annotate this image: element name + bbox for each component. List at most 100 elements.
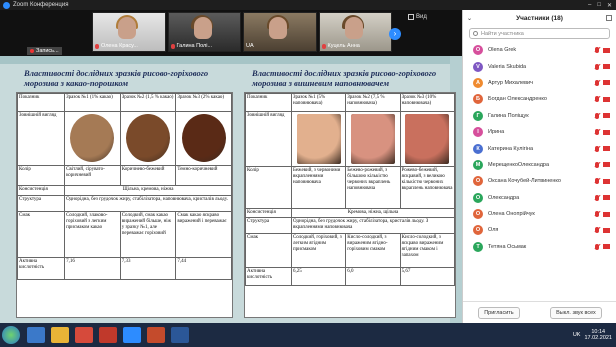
- participant-name: Галина Полі...: [170, 43, 213, 49]
- video-off-icon[interactable]: [603, 47, 610, 53]
- video-off-icon[interactable]: [603, 195, 610, 201]
- file-explorer-icon[interactable]: [27, 327, 45, 343]
- participant-list-item[interactable]: А Артур Михалевич: [463, 75, 616, 91]
- participant-list-item[interactable]: О Олена Онопрійчук: [463, 206, 616, 222]
- mic-muted-icon[interactable]: [595, 178, 599, 185]
- mute-all-button[interactable]: Выкл. звук всех: [550, 306, 602, 319]
- zoom-icon[interactable]: [123, 327, 141, 343]
- table-cell: 7,33: [119, 257, 177, 280]
- mic-muted-icon[interactable]: [595, 112, 599, 119]
- window-title: Zoom Конференция: [13, 2, 69, 8]
- mic-muted-icon: [95, 43, 99, 49]
- video-off-icon[interactable]: [603, 162, 610, 168]
- view-button[interactable]: Вид: [408, 14, 427, 20]
- recording-indicator[interactable]: Запись...: [27, 47, 62, 55]
- participant-list-item[interactable]: М МерещенкоОлександра: [463, 157, 616, 173]
- participant-video[interactable]: Галина Полі...: [167, 12, 241, 52]
- participant-video[interactable]: Куцель Анна: [318, 12, 392, 52]
- participant-list-item[interactable]: І Ирина: [463, 124, 616, 140]
- cherry-table-panel: Показник Зразок №1 (5% наповнювача) Зраз…: [244, 92, 456, 318]
- chrome-icon[interactable]: [75, 327, 93, 343]
- mic-muted-icon[interactable]: [595, 161, 599, 168]
- popout-icon[interactable]: [606, 15, 612, 21]
- participant-search-input[interactable]: Найти участника: [469, 28, 610, 39]
- participant-name-label: Куцель Анна: [327, 43, 360, 49]
- folder-icon[interactable]: [51, 327, 69, 343]
- table-cell: Смак: [245, 233, 292, 268]
- table-cell: Зовнішній вигляд: [245, 111, 292, 167]
- video-off-icon[interactable]: [603, 64, 610, 70]
- table-cell: Структура: [245, 217, 292, 234]
- slide-right-title: Властивості дослідних зразків рисово-гор…: [252, 68, 437, 88]
- video-off-icon[interactable]: [603, 244, 610, 250]
- participant-list-item[interactable]: О Олександра: [463, 190, 616, 206]
- next-page-button[interactable]: ›: [389, 28, 401, 40]
- mic-muted-icon[interactable]: [595, 63, 599, 70]
- shared-slide: Властивості дослідних зразків рисово-гор…: [0, 56, 462, 323]
- cherry-properties-table: Показник Зразок №1 (5% наповнювача) Зраз…: [245, 93, 456, 286]
- participant-video[interactable]: Олена Красу...: [92, 12, 166, 52]
- clock[interactable]: 10:14 17.02.2021: [584, 329, 612, 341]
- avatar: К: [473, 143, 483, 154]
- video-off-icon[interactable]: [603, 211, 610, 217]
- maximize-icon[interactable]: □: [597, 2, 601, 9]
- table-header: Зразок №2 (1,5 % какао): [119, 93, 177, 112]
- mic-muted-icon[interactable]: [595, 129, 599, 136]
- avatar: [118, 17, 137, 39]
- participant-list-item[interactable]: Г Галина Поліщук: [463, 108, 616, 124]
- participant-list-item[interactable]: О Оксана Кочубей-Литвиненко: [463, 173, 616, 189]
- sample-photo: [181, 114, 226, 162]
- video-off-icon[interactable]: [603, 129, 610, 135]
- mic-muted-icon[interactable]: [595, 47, 599, 54]
- participant-list-item[interactable]: Б Богдан Олександренко: [463, 91, 616, 107]
- chevron-down-icon[interactable]: ⌄: [467, 15, 472, 22]
- mic-muted-icon[interactable]: [595, 194, 599, 201]
- close-icon[interactable]: ✕: [607, 2, 612, 9]
- participant-list-item[interactable]: Т Тетяна Осьмак: [463, 239, 616, 255]
- table-cell: Колір: [245, 166, 292, 209]
- video-off-icon[interactable]: [603, 146, 610, 152]
- mic-muted-icon[interactable]: [595, 145, 599, 152]
- participant-name: Оксана Кочубей-Литвиненко: [488, 178, 561, 185]
- table-cell: Консистенція: [245, 208, 292, 218]
- video-off-icon[interactable]: [603, 178, 610, 184]
- avatar: [269, 17, 288, 39]
- participant-name: Олександра: [488, 194, 520, 201]
- participant-list-item[interactable]: O Olena Grek: [463, 42, 616, 58]
- word-icon[interactable]: [171, 327, 189, 343]
- participant-name: Куцель Анна: [321, 43, 360, 49]
- mic-muted-icon: [321, 43, 326, 49]
- video-off-icon[interactable]: [603, 96, 610, 102]
- mic-muted-icon[interactable]: [595, 96, 599, 103]
- sample-image-cell: [175, 111, 232, 166]
- search-placeholder: Найти участника: [481, 30, 524, 37]
- video-off-icon[interactable]: [603, 227, 610, 233]
- sample-image-cell: [64, 111, 121, 166]
- table-cell: Кисло-солодкий, з вираженим ягідно-горіх…: [345, 233, 401, 268]
- sample-photo: [350, 114, 395, 164]
- sample-image-cell: [119, 111, 177, 166]
- mic-muted-icon[interactable]: [595, 79, 599, 86]
- start-button[interactable]: [2, 326, 20, 344]
- opera-icon[interactable]: [99, 327, 117, 343]
- mic-muted-icon[interactable]: [595, 227, 599, 234]
- participant-name-label: Галина Полі...: [176, 43, 213, 49]
- windows-taskbar: UK 10:14 17.02.2021: [0, 323, 616, 347]
- participant-list-item[interactable]: К Катерина Кулігіна: [463, 140, 616, 156]
- mic-muted-icon[interactable]: [595, 211, 599, 218]
- language-indicator[interactable]: UK: [573, 332, 581, 338]
- avatar: V: [473, 61, 483, 72]
- gallery-strip: Олена Красу... Галина Полі... UA Куцель …: [92, 12, 392, 52]
- powerpoint-icon[interactable]: [147, 327, 165, 343]
- participant-list-item[interactable]: О Оля: [463, 222, 616, 238]
- invite-button[interactable]: Пригласить: [478, 306, 520, 319]
- mic-muted-icon[interactable]: [595, 243, 599, 250]
- video-off-icon[interactable]: [603, 113, 610, 119]
- view-label: Вид: [416, 14, 427, 20]
- participant-video[interactable]: UA: [243, 12, 317, 52]
- avatar: Б: [473, 94, 483, 105]
- minimize-icon[interactable]: –: [588, 2, 591, 9]
- video-off-icon[interactable]: [603, 80, 610, 86]
- participant-list-item[interactable]: V Valeria Skubida: [463, 58, 616, 74]
- participant-name: Olena Grek: [488, 47, 517, 54]
